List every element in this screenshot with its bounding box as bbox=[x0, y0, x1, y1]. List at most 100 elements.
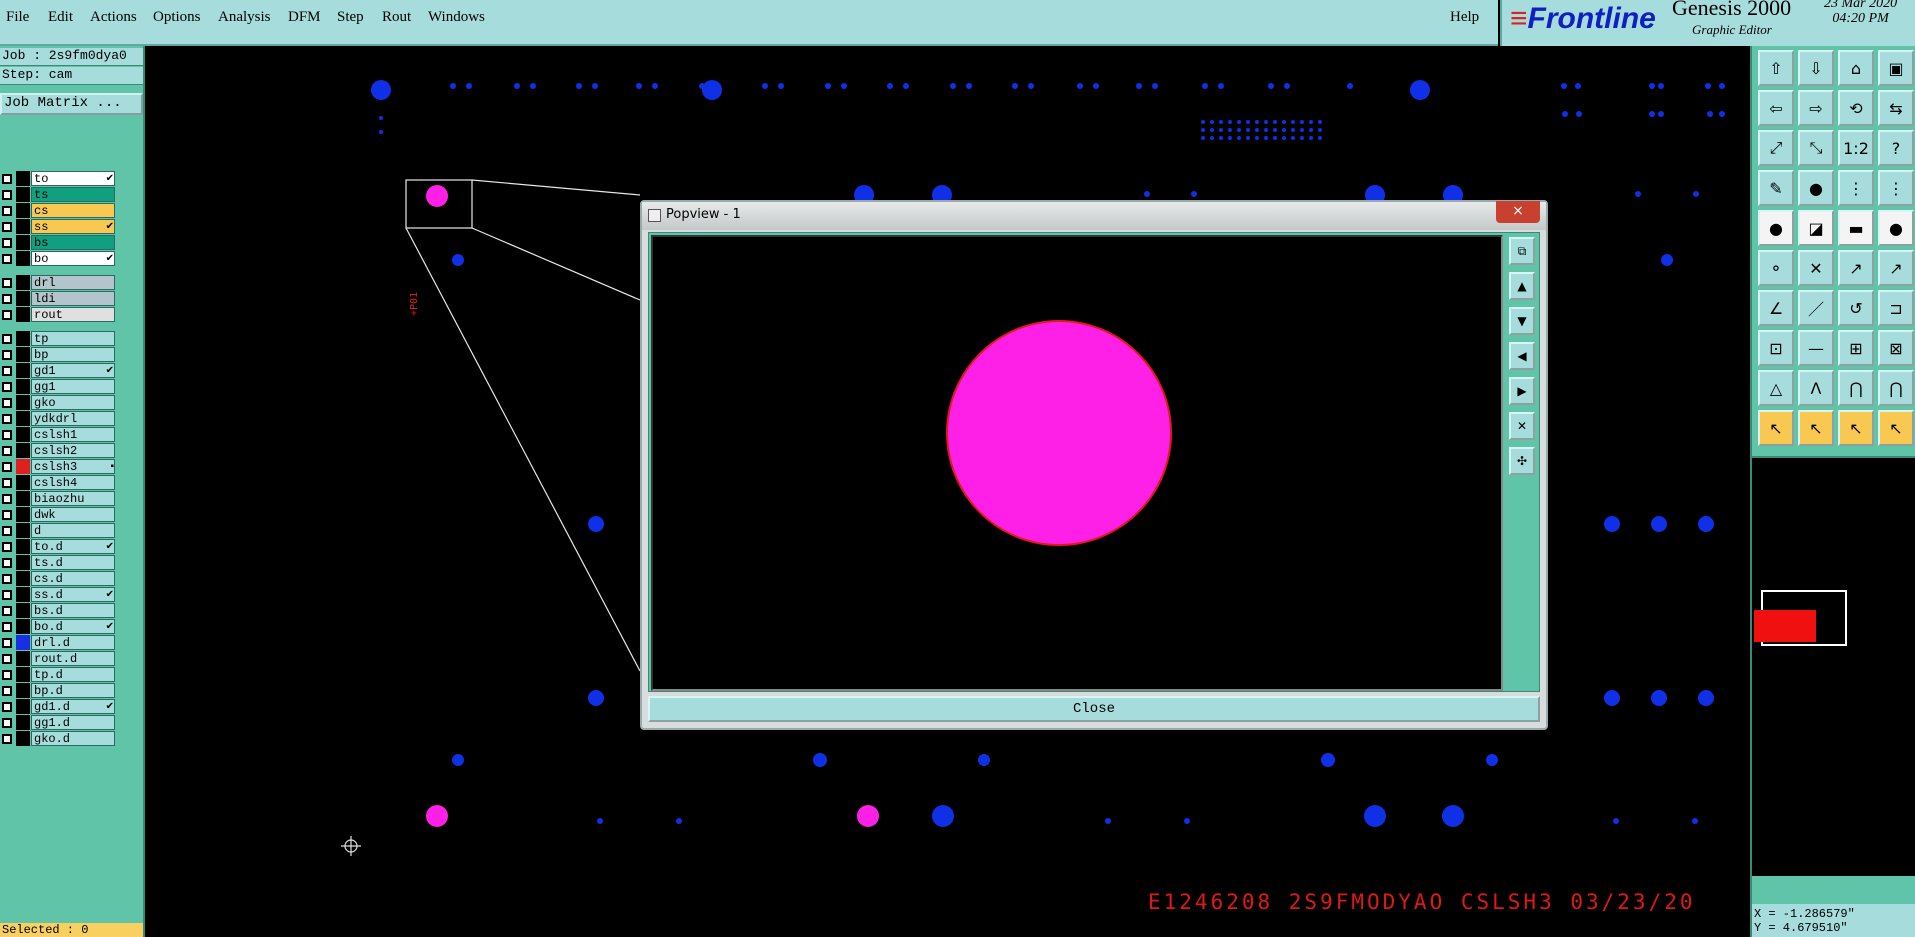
layer-name[interactable]: cs.d bbox=[31, 571, 115, 586]
layer-checkbox[interactable] bbox=[2, 558, 12, 568]
layer-row[interactable]: ts bbox=[0, 187, 118, 202]
layer-row[interactable]: ydkdrl bbox=[0, 411, 118, 426]
layer-color-swatch[interactable] bbox=[16, 699, 30, 714]
layer-color-swatch[interactable] bbox=[16, 331, 30, 346]
angle-icon[interactable]: ∠ bbox=[1758, 290, 1794, 326]
layer-color-swatch[interactable] bbox=[16, 683, 30, 698]
layer-row[interactable]: drl.d bbox=[0, 635, 118, 650]
measure-icon[interactable]: ⋮ bbox=[1838, 170, 1874, 206]
pad-mode-icon[interactable]: ● bbox=[1878, 210, 1914, 246]
layer-row[interactable]: bp.d bbox=[0, 683, 118, 698]
line-mode-icon[interactable]: ▬ bbox=[1838, 210, 1874, 246]
layer-color-swatch[interactable] bbox=[16, 619, 30, 634]
layer-name[interactable]: cslsh2 bbox=[31, 443, 115, 458]
bracket-icon[interactable]: ⊐ bbox=[1878, 290, 1914, 326]
layer-row[interactable]: to ✔ bbox=[0, 171, 118, 186]
layer-color-swatch[interactable] bbox=[16, 203, 30, 218]
layer-color-swatch[interactable] bbox=[16, 171, 30, 186]
layer-name[interactable]: gg1 bbox=[31, 379, 115, 394]
layer-checkbox[interactable] bbox=[2, 718, 12, 728]
layer-name[interactable]: gko bbox=[31, 395, 115, 410]
help-icon[interactable]: ? bbox=[1878, 130, 1914, 166]
layer-color-swatch[interactable] bbox=[16, 411, 30, 426]
minus-icon[interactable]: — bbox=[1798, 330, 1834, 366]
zoom-fit-icon[interactable]: ⤢ bbox=[1758, 130, 1794, 166]
layer-name[interactable]: rout.d bbox=[31, 651, 115, 666]
layer-name[interactable]: bo bbox=[31, 251, 115, 266]
layer-checkbox[interactable] bbox=[2, 278, 12, 288]
edit-icon[interactable]: ✎ bbox=[1758, 170, 1794, 206]
pointer-route-icon[interactable]: ↖ bbox=[1878, 410, 1914, 446]
layer-color-swatch[interactable] bbox=[16, 307, 30, 322]
popview-pan-up-icon[interactable]: ▲ bbox=[1509, 272, 1535, 300]
layer-checkbox[interactable] bbox=[2, 654, 12, 664]
layer-row[interactable]: gko bbox=[0, 395, 118, 410]
bridge-icon[interactable]: ⋂ bbox=[1838, 370, 1874, 406]
layer-checkbox[interactable] bbox=[2, 686, 12, 696]
layer-name[interactable]: gko.d bbox=[31, 731, 115, 746]
multi-box-icon[interactable]: ⊠ bbox=[1878, 330, 1914, 366]
layer-row[interactable]: dwk bbox=[0, 507, 118, 522]
layer-name[interactable]: bs bbox=[31, 235, 115, 250]
right-arrow-icon[interactable]: ⇨ bbox=[1798, 90, 1834, 126]
layer-checkbox[interactable] bbox=[2, 334, 12, 344]
layer-checkbox[interactable] bbox=[2, 238, 12, 248]
upload-icon[interactable]: ⇧ bbox=[1758, 50, 1794, 86]
layer-checkbox[interactable] bbox=[2, 430, 12, 440]
popview-canvas[interactable] bbox=[651, 235, 1503, 691]
layer-color-swatch[interactable] bbox=[16, 363, 30, 378]
layer-row[interactable]: gd1.d ✔ bbox=[0, 699, 118, 714]
layer-row[interactable]: rout.d bbox=[0, 651, 118, 666]
layer-checkbox[interactable] bbox=[2, 542, 12, 552]
layer-name[interactable]: bp bbox=[31, 347, 115, 362]
swap-icon[interactable]: ⇆ bbox=[1878, 90, 1914, 126]
layer-name[interactable]: cslsh3 bbox=[31, 459, 115, 474]
layer-row[interactable]: tp bbox=[0, 331, 118, 346]
layer-color-swatch[interactable] bbox=[16, 507, 30, 522]
layer-name[interactable]: bo.d bbox=[31, 619, 115, 634]
layer-name[interactable]: ts bbox=[31, 187, 115, 202]
menu-dfm[interactable]: DFM bbox=[288, 9, 321, 26]
layer-name[interactable]: rout bbox=[31, 307, 115, 322]
layer-name[interactable]: ss bbox=[31, 219, 115, 234]
layer-row[interactable]: tp.d bbox=[0, 667, 118, 682]
popview-zoom-in-icon[interactable]: ✣ bbox=[1509, 447, 1535, 475]
layer-color-swatch[interactable] bbox=[16, 291, 30, 306]
layer-name[interactable]: ss.d bbox=[31, 587, 115, 602]
layer-color-swatch[interactable] bbox=[16, 187, 30, 202]
layer-name[interactable]: drl.d bbox=[31, 635, 115, 650]
layer-row[interactable]: ss ✔ bbox=[0, 219, 118, 234]
layer-checkbox[interactable] bbox=[2, 398, 12, 408]
menu-help[interactable]: Help bbox=[1450, 9, 1479, 26]
layer-color-swatch[interactable] bbox=[16, 635, 30, 650]
zoom-area-icon[interactable]: ⤡ bbox=[1798, 130, 1834, 166]
layer-checkbox[interactable] bbox=[2, 590, 12, 600]
layer-row[interactable]: biaozhu bbox=[0, 491, 118, 506]
menu-rout[interactable]: Rout bbox=[382, 9, 411, 26]
layer-checkbox[interactable] bbox=[2, 622, 12, 632]
layer-color-swatch[interactable] bbox=[16, 603, 30, 618]
layer-row[interactable]: gd1 ✔ bbox=[0, 363, 118, 378]
layer-name[interactable]: d bbox=[31, 523, 115, 538]
layer-row[interactable]: bo.d ✔ bbox=[0, 619, 118, 634]
layer-checkbox[interactable] bbox=[2, 702, 12, 712]
layer-checkbox[interactable] bbox=[2, 174, 12, 184]
popview-zoom-window-icon[interactable]: ⧉ bbox=[1509, 237, 1535, 265]
layer-row[interactable]: bs.d bbox=[0, 603, 118, 618]
layer-row[interactable]: cs.d bbox=[0, 571, 118, 586]
layer-color-swatch[interactable] bbox=[16, 235, 30, 250]
layer-row[interactable]: cslsh3 ▪ bbox=[0, 459, 118, 474]
menu-step[interactable]: Step bbox=[337, 9, 364, 26]
layer-color-swatch[interactable] bbox=[16, 555, 30, 570]
arrow-up-right-icon[interactable]: ↗ bbox=[1838, 250, 1874, 286]
popview-pan-right-icon[interactable]: ▶ bbox=[1509, 377, 1535, 405]
layer-name[interactable]: gd1 bbox=[31, 363, 115, 378]
layer-checkbox[interactable] bbox=[2, 734, 12, 744]
layer-checkbox[interactable] bbox=[2, 382, 12, 392]
layer-checkbox[interactable] bbox=[2, 206, 12, 216]
layer-name[interactable]: tp bbox=[31, 331, 115, 346]
layer-checkbox[interactable] bbox=[2, 638, 12, 648]
layer-color-swatch[interactable] bbox=[16, 651, 30, 666]
close-icon[interactable]: × bbox=[1496, 201, 1540, 223]
layer-row[interactable]: bs bbox=[0, 235, 118, 250]
